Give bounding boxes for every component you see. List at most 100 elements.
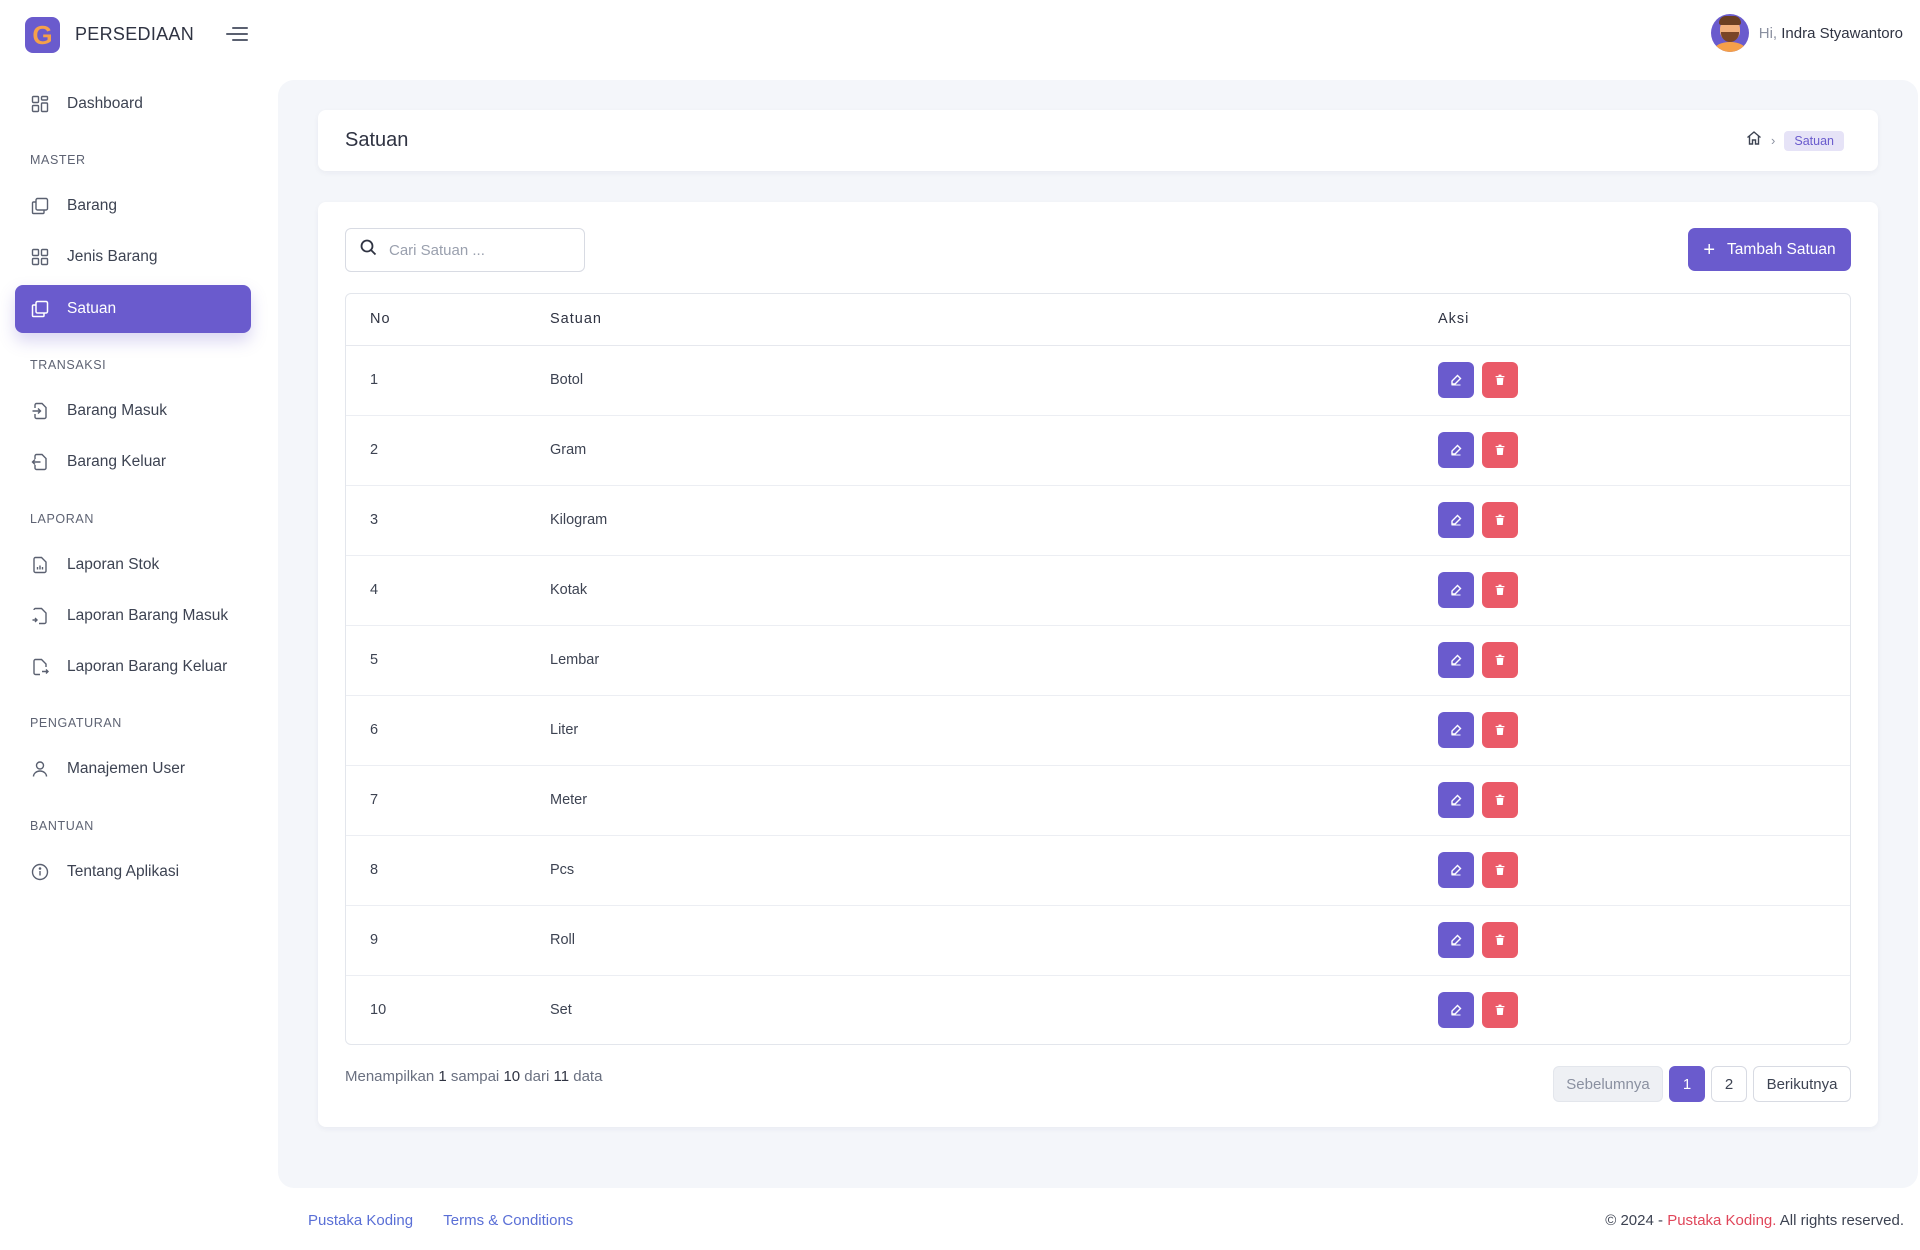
- column-header-satuan: Satuan: [550, 294, 1438, 346]
- table-row: 4 Kotak: [346, 555, 1850, 626]
- cell-satuan: Meter: [550, 765, 1438, 836]
- cell-no: 4: [346, 555, 550, 626]
- edit-button[interactable]: [1438, 642, 1474, 678]
- edit-button[interactable]: [1438, 782, 1474, 818]
- sidebar-item-barang-keluar[interactable]: Barang Keluar: [15, 438, 251, 486]
- edit-button[interactable]: [1438, 712, 1474, 748]
- cell-aksi: [1438, 905, 1850, 976]
- delete-button[interactable]: [1482, 712, 1518, 748]
- sidebar-item-dashboard[interactable]: Dashboard: [15, 80, 251, 128]
- search-input[interactable]: [389, 241, 569, 259]
- footer-link-pustaka-koding[interactable]: Pustaka Koding: [308, 1212, 413, 1229]
- table-row: 2 Gram: [346, 415, 1850, 486]
- cell-satuan: Roll: [550, 905, 1438, 976]
- edit-button[interactable]: [1438, 852, 1474, 888]
- sidebar-item-jenis-barang[interactable]: Jenis Barang: [15, 233, 251, 281]
- sidebar-item-barang[interactable]: Barang: [15, 182, 251, 230]
- copyright-suffix: All rights reserved.: [1779, 1212, 1904, 1229]
- add-satuan-button[interactable]: + Tambah Satuan: [1688, 228, 1851, 271]
- edit-icon: [1450, 444, 1462, 456]
- edit-icon: [1450, 1004, 1462, 1016]
- table-row: 5 Lembar: [346, 625, 1850, 696]
- table-row: 10 Set: [346, 975, 1850, 1044]
- delete-button[interactable]: [1482, 852, 1518, 888]
- sidebar-item-label: Barang Masuk: [67, 402, 167, 419]
- user-menu[interactable]: Hi, Indra Styawantoro: [1710, 14, 1903, 52]
- edit-button[interactable]: [1438, 922, 1474, 958]
- file-out-icon: [30, 657, 50, 677]
- page-header-card: Satuan › Satuan: [318, 110, 1878, 171]
- cell-satuan: Pcs: [550, 835, 1438, 906]
- pagination-page-2[interactable]: 2: [1711, 1066, 1747, 1102]
- page-title: Satuan: [345, 129, 409, 151]
- cell-aksi: [1438, 975, 1850, 1044]
- cell-satuan: Lembar: [550, 625, 1438, 696]
- pagination-prev-button[interactable]: Sebelumnya: [1553, 1066, 1663, 1102]
- delete-button[interactable]: [1482, 782, 1518, 818]
- footer-link-terms[interactable]: Terms & Conditions: [443, 1212, 573, 1229]
- cell-aksi: [1438, 555, 1850, 626]
- home-icon[interactable]: [1746, 130, 1762, 151]
- edit-icon: [1450, 794, 1462, 806]
- table-row: 1 Botol: [346, 345, 1850, 416]
- cell-satuan: Kilogram: [550, 485, 1438, 556]
- table-row: 3 Kilogram: [346, 485, 1850, 556]
- sidebar-item-laporan-barang-keluar[interactable]: Laporan Barang Keluar: [15, 643, 251, 691]
- sidebar-item-label: Laporan Barang Masuk: [67, 607, 229, 624]
- delete-button[interactable]: [1482, 642, 1518, 678]
- edit-icon: [1450, 374, 1462, 386]
- cell-no: 2: [346, 415, 550, 486]
- sidebar-item-barang-masuk[interactable]: Barang Masuk: [15, 387, 251, 435]
- file-export-icon: [30, 452, 50, 472]
- cell-aksi: [1438, 835, 1850, 906]
- pagination-page-1[interactable]: 1: [1669, 1066, 1705, 1102]
- cell-no: 9: [346, 905, 550, 976]
- sidebar-item-label: Barang Keluar: [67, 453, 167, 470]
- user-greeting: Hi,: [1758, 24, 1778, 42]
- delete-button[interactable]: [1482, 922, 1518, 958]
- section-heading-bantuan: BANTUAN: [30, 819, 94, 833]
- trash-icon: [1494, 374, 1506, 386]
- sidebar-item-satuan[interactable]: Satuan: [15, 285, 251, 333]
- edit-button[interactable]: [1438, 362, 1474, 398]
- trash-icon: [1494, 514, 1506, 526]
- trash-icon: [1494, 654, 1506, 666]
- content-card: + Tambah Satuan No Satuan Aksi 1Botol2Gr…: [318, 202, 1878, 1127]
- copyright-brand-link[interactable]: Pustaka Koding.: [1667, 1212, 1776, 1229]
- delete-button[interactable]: [1482, 502, 1518, 538]
- sidebar-item-label: Laporan Stok: [67, 556, 160, 573]
- edit-button[interactable]: [1438, 432, 1474, 468]
- edit-button[interactable]: [1438, 992, 1474, 1029]
- section-heading-laporan: LAPORAN: [30, 512, 94, 526]
- delete-button[interactable]: [1482, 992, 1518, 1029]
- table-row: 7 Meter: [346, 765, 1850, 836]
- delete-button[interactable]: [1482, 362, 1518, 398]
- section-heading-master: MASTER: [30, 153, 86, 167]
- copyright-prefix: © 2024 -: [1605, 1212, 1664, 1229]
- cell-no: 10: [370, 1002, 387, 1019]
- sidebar-item-laporan-stok[interactable]: Laporan Stok: [15, 541, 251, 589]
- table-row: 8 Pcs: [346, 835, 1850, 906]
- sidebar-item-manajemen-user[interactable]: Manajemen User: [15, 745, 251, 793]
- app-logo[interactable]: G: [25, 17, 60, 53]
- sidebar-item-laporan-barang-masuk[interactable]: Laporan Barang Masuk: [15, 592, 251, 640]
- breadcrumb-current: Satuan: [1784, 130, 1844, 151]
- edit-button[interactable]: [1438, 572, 1474, 608]
- copy-icon: [30, 196, 50, 216]
- info-total: 11: [553, 1068, 570, 1085]
- sidebar-item-tentang-aplikasi[interactable]: Tentang Aplikasi: [15, 848, 251, 896]
- section-heading-transaksi: TRANSAKSI: [30, 358, 107, 372]
- sidebar-item-label: Satuan: [67, 300, 117, 317]
- edit-button[interactable]: [1438, 502, 1474, 538]
- pagination-next-button[interactable]: Berikutnya: [1753, 1066, 1851, 1102]
- delete-button[interactable]: [1482, 572, 1518, 608]
- trash-icon: [1494, 934, 1506, 946]
- cell-aksi: [1438, 345, 1850, 416]
- trash-icon: [1494, 864, 1506, 876]
- edit-icon: [1450, 864, 1462, 876]
- file-chart-icon: [30, 555, 50, 575]
- menu-toggle-icon[interactable]: [226, 25, 248, 43]
- breadcrumb: › Satuan: [1746, 130, 1844, 151]
- delete-button[interactable]: [1482, 432, 1518, 468]
- sidebar-item-label: Dashboard: [67, 95, 143, 112]
